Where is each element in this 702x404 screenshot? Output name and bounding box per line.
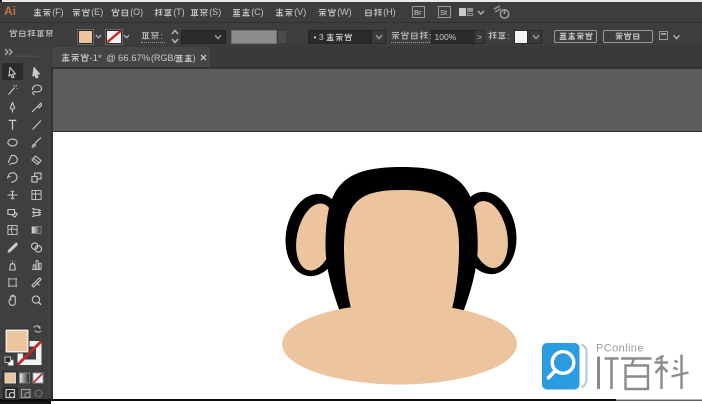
svg-text:PConline: PConline bbox=[596, 343, 644, 355]
